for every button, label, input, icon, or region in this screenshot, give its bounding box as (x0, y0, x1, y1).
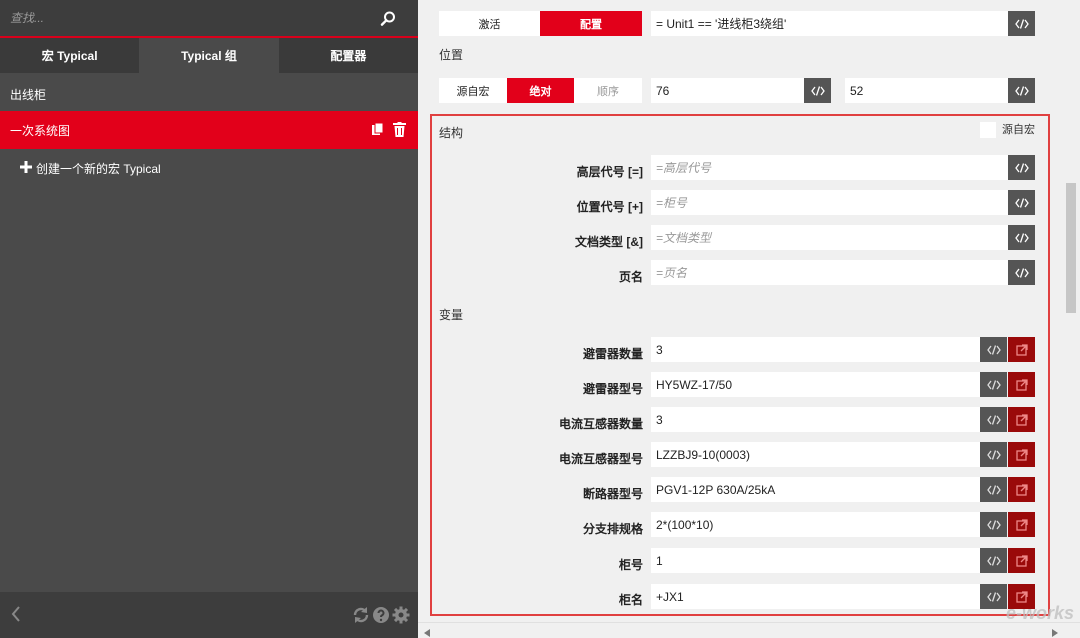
code-icon[interactable] (980, 512, 1007, 537)
sidebar-tabs: 宏 Typical Typical 组 配置器 (0, 38, 418, 73)
external-link-icon[interactable] (1008, 548, 1035, 573)
variable-field[interactable]: PGV1-12P 630A/25kA (651, 477, 980, 502)
watermark-logo: e-works (1005, 603, 1074, 623)
variable-label: 柜号 (618, 558, 643, 572)
help-icon[interactable] (372, 606, 390, 627)
code-icon[interactable] (980, 477, 1007, 502)
list-item-selected[interactable]: 一次系统图 (0, 111, 418, 149)
code-icon[interactable] (980, 407, 1007, 432)
vertical-scrollbar-thumb[interactable] (1066, 183, 1076, 313)
position-mode-sequence[interactable]: 顺序 (574, 78, 642, 103)
refresh-icon[interactable] (352, 606, 370, 627)
structure-label-doc-type: 文档类型 [&] (575, 235, 643, 249)
external-link-icon[interactable] (1008, 512, 1035, 537)
higher-level-field[interactable]: =高层代号 (651, 155, 1008, 180)
source-macro-checkbox[interactable] (980, 122, 996, 138)
code-icon[interactable] (1008, 225, 1035, 250)
category-label: 出线柜 (10, 88, 47, 102)
external-link-icon[interactable] (1008, 442, 1035, 467)
gear-icon[interactable] (392, 606, 410, 627)
tab-configurator[interactable]: 配置器 (278, 38, 418, 73)
doc-type-field[interactable]: =文档类型 (651, 225, 1008, 250)
code-icon[interactable] (1008, 155, 1035, 180)
code-icon[interactable] (804, 78, 831, 103)
code-icon[interactable] (1008, 78, 1035, 103)
create-macro-button[interactable]: 创建一个新的宏 Typical (20, 160, 161, 177)
search-input[interactable] (10, 6, 360, 30)
mode-switch: 激活 配置 (439, 11, 642, 36)
variable-field[interactable]: 2*(100*10) (651, 512, 980, 537)
code-icon[interactable] (980, 372, 1007, 397)
external-link-icon[interactable] (1008, 477, 1035, 502)
tab-typical-group[interactable]: Typical 组 (139, 38, 279, 73)
variable-label: 避雷器型号 (582, 382, 643, 396)
variable-field[interactable]: LZZBJ9-10(0003) (651, 442, 980, 467)
code-icon[interactable] (1008, 260, 1035, 285)
scroll-left-icon[interactable] (424, 626, 430, 638)
properties-panel: 激活 配置 = Unit1 == '进线柜3绕组' 位置 源自宏 绝对 顺序 7… (418, 0, 1080, 638)
create-macro-label: 创建一个新的宏 Typical (36, 162, 161, 176)
variable-label: 避雷器数量 (582, 347, 643, 361)
code-icon[interactable] (980, 337, 1007, 362)
code-icon[interactable] (980, 584, 1007, 609)
search-bar (0, 0, 418, 38)
delete-icon[interactable] (393, 122, 406, 140)
tab-configure[interactable]: 配置 (540, 11, 642, 36)
code-icon[interactable] (980, 548, 1007, 573)
scroll-right-icon[interactable] (1052, 626, 1058, 638)
plus-icon (20, 161, 32, 176)
variable-label: 电流互感器型号 (558, 452, 643, 466)
page-name-field[interactable]: =页名 (651, 260, 1008, 285)
location-field[interactable]: =柜号 (651, 190, 1008, 215)
position-section-title: 位置 (439, 48, 464, 62)
structure-label-location: 位置代号 [+] (576, 200, 643, 214)
variable-field[interactable]: 3 (651, 337, 980, 362)
search-icon[interactable] (378, 9, 398, 29)
variable-field[interactable]: +JX1 (651, 584, 980, 609)
variable-field[interactable]: 3 (651, 407, 980, 432)
position-mode-switch: 源自宏 绝对 顺序 (439, 78, 642, 103)
horizontal-scrollbar[interactable] (418, 622, 1080, 638)
variable-label: 分支排规格 (582, 522, 643, 536)
external-link-icon[interactable] (1008, 372, 1035, 397)
structure-section-title: 结构 (439, 126, 464, 140)
source-macro-label: 源自宏 (1002, 124, 1035, 136)
variable-field[interactable]: 1 (651, 548, 980, 573)
variables-section-title: 变量 (439, 308, 464, 322)
tab-activate[interactable]: 激活 (439, 11, 540, 36)
code-icon[interactable] (1008, 190, 1035, 215)
position-x-field[interactable]: 76 (651, 78, 804, 103)
position-mode-source-macro[interactable]: 源自宏 (439, 78, 507, 103)
variable-label: 柜名 (618, 593, 643, 607)
condition-field[interactable]: = Unit1 == '进线柜3绕组' (651, 11, 1008, 36)
sidebar-footer (0, 592, 418, 638)
chevron-left-icon[interactable] (10, 605, 22, 626)
variable-label: 电流互感器数量 (558, 417, 643, 431)
code-icon[interactable] (1008, 11, 1035, 36)
variable-field[interactable]: HY5WZ-17/50 (651, 372, 980, 397)
variable-label: 断路器型号 (582, 487, 643, 501)
structure-label-higher-level: 高层代号 [=] (576, 165, 643, 179)
copy-icon[interactable] (371, 122, 385, 140)
list-item-label: 一次系统图 (10, 123, 71, 138)
position-mode-absolute[interactable]: 绝对 (507, 78, 574, 103)
position-y-field[interactable]: 52 (845, 78, 1008, 103)
macro-sidebar: 宏 Typical Typical 组 配置器 出线柜 一次系统图 创建一个新的… (0, 0, 418, 638)
tab-macro-typical[interactable]: 宏 Typical (0, 38, 140, 73)
external-link-icon[interactable] (1008, 407, 1035, 432)
code-icon[interactable] (980, 442, 1007, 467)
structure-label-page-name: 页名 (618, 270, 643, 284)
external-link-icon[interactable] (1008, 337, 1035, 362)
